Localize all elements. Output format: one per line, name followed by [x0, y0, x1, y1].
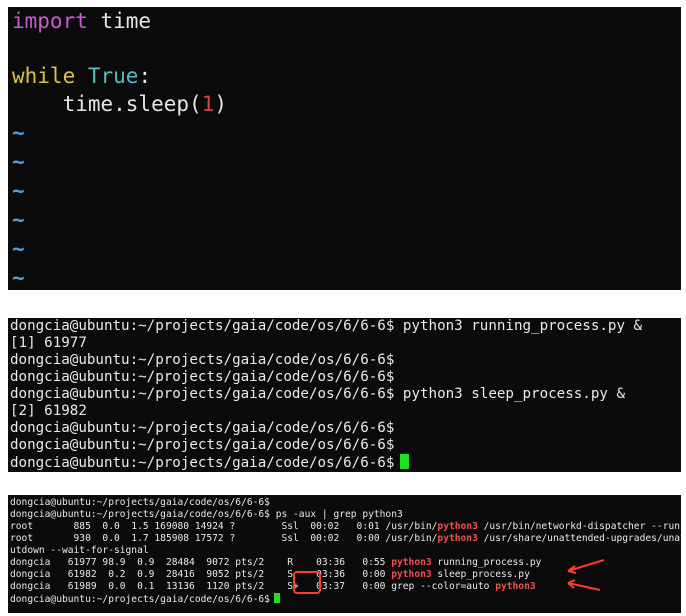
terminal-line: dongcia@ubuntu:~/projects/gaia/code/os/6…: [10, 369, 395, 385]
ps-row-args: /usr/bin/networkd-dispatcher --run-s: [477, 521, 681, 532]
terminal-line: [1] 61977: [10, 335, 87, 351]
grep-match: python3: [391, 557, 432, 568]
annotation-arrow-icon: [567, 579, 601, 591]
keyword-import: import: [12, 9, 88, 33]
empty-line-tilde: ~: [12, 121, 25, 145]
code-line-4: time.sleep(1): [12, 90, 227, 119]
ps-row-grep: dongcia 61989 0.0 0.1 13136 1120 pts/2 S…: [10, 581, 536, 593]
ps-row-wrap: utdown --wait-for-signal: [10, 545, 149, 556]
ps-row-fields: dongcia 61977 98.9 0.9 28484 9072 pts/2 …: [10, 557, 392, 568]
ps-row: root 885 0.0 1.5 169080 14924 ? Ssl 00:0…: [10, 521, 681, 533]
terminal-line: [2] 61982: [10, 403, 87, 419]
ps-row-sleeping: dongcia 61982 0.2 0.9 28416 9052 pts/2 S…: [10, 569, 530, 581]
ps-row-fields: dongcia 61982 0.2 0.9 28416 9052 pts/2 S…: [10, 569, 392, 580]
grep-match: python3: [391, 569, 432, 580]
grep-match: python3: [495, 581, 536, 592]
keyword-while: while: [12, 64, 76, 88]
ps-row-fields: root 885 0.0 1.5 169080 14924 ? Ssl 00:0…: [10, 521, 438, 532]
ps-row-args: running_process.py: [431, 557, 542, 568]
colon: :: [138, 64, 152, 88]
sleep-argument: 1: [201, 92, 215, 116]
prompt-text: dongcia@ubuntu:~/projects/gaia/code/os/6…: [10, 594, 270, 605]
ps-row-running: dongcia 61977 98.9 0.9 28484 9072 pts/2 …: [10, 557, 541, 569]
code-line-1: import time: [12, 7, 151, 36]
terminal-line: dongcia@ubuntu:~/projects/gaia/code/os/6…: [10, 497, 270, 508]
terminal-line: dongcia@ubuntu:~/projects/gaia/code/os/6…: [10, 437, 395, 453]
import-target: time: [87, 9, 152, 33]
terminal-cursor: [400, 454, 410, 469]
grep-match: python3: [437, 533, 478, 544]
empty-line-tilde: ~: [12, 237, 25, 261]
ps-row-fields: dongcia 61989 0.0 0.1 13136 1120 pts/2 S…: [10, 581, 496, 592]
annotation-arrow-icon: [567, 559, 605, 574]
empty-line-tilde: ~: [12, 179, 25, 203]
keyword-true: True: [87, 64, 139, 88]
empty-line-tilde: ~: [12, 150, 25, 174]
empty-line-tilde: ~: [12, 266, 25, 290]
ps-row-args: sleep_process.py: [431, 569, 530, 580]
empty-line-tilde: ~: [12, 208, 25, 232]
terminal-prompt-line[interactable]: dongcia@ubuntu:~/projects/gaia/code/os/6…: [10, 454, 410, 471]
terminal-cursor: [273, 593, 280, 603]
terminal-prompt-line[interactable]: dongcia@ubuntu:~/projects/gaia/code/os/6…: [10, 593, 280, 605]
ps-command-line: dongcia@ubuntu:~/projects/gaia/code/os/6…: [10, 509, 403, 520]
terminal-line: dongcia@ubuntu:~/projects/gaia/code/os/6…: [10, 420, 395, 436]
terminal-line: dongcia@ubuntu:~/projects/gaia/code/os/6…: [10, 352, 395, 368]
prompt-text: dongcia@ubuntu:~/projects/gaia/code/os/6…: [10, 455, 395, 471]
ps-row-args: /usr/share/unattended-upgrades/unatten: [477, 533, 681, 544]
sleep-call: time.sleep(: [62, 92, 202, 116]
ps-row-fields: root 930 0.0 1.7 185908 17572 ? Ssl 00:0…: [10, 533, 438, 544]
vim-editor-panel[interactable]: import time while True: time.sleep(1) ~ …: [8, 7, 681, 290]
status-annotation-box: [293, 571, 321, 594]
terminal-jobs-panel[interactable]: dongcia@ubuntu:~/projects/gaia/code/os/6…: [8, 318, 681, 472]
grep-match: python3: [437, 521, 478, 532]
terminal-line: dongcia@ubuntu:~/projects/gaia/code/os/6…: [10, 318, 643, 334]
close-paren: ): [214, 92, 227, 116]
terminal-line: dongcia@ubuntu:~/projects/gaia/code/os/6…: [10, 386, 625, 402]
code-line-3: while True:: [12, 62, 151, 91]
ps-row: root 930 0.0 1.7 185908 17572 ? Ssl 00:0…: [10, 533, 681, 545]
